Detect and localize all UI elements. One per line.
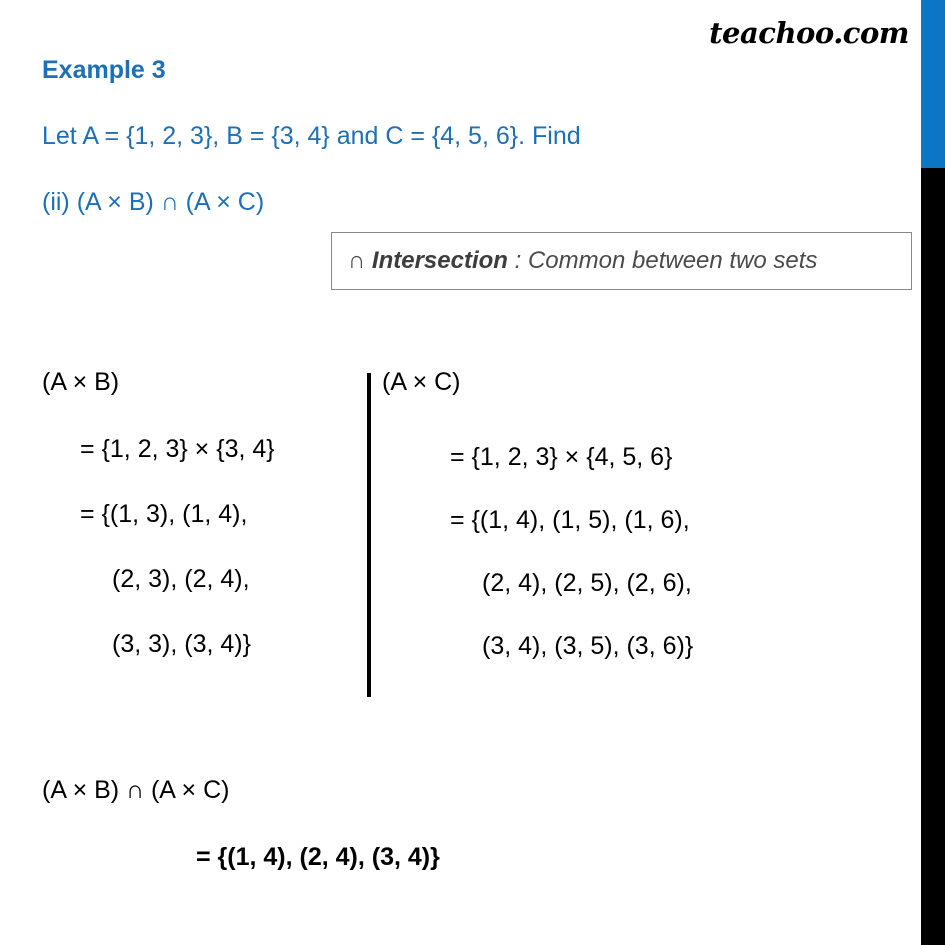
axb-step-4: (3, 3), (3, 4)} [112,630,251,658]
axb-step-2: = {(1, 3), (1, 4), [80,500,248,528]
intersection-symbol-icon: ∩ [348,247,366,274]
axc-step-3: (2, 4), (2, 5), (2, 6), [482,569,692,597]
axc-heading: (A × C) [382,368,461,396]
question-part-statement: (ii) (A × B) ∩ (A × C) [42,188,265,216]
teachoo-brand-logo: teachoo.com [709,16,909,50]
axb-step-3: (2, 3), (2, 4), [112,565,250,593]
conclusion-expression: (A × B) ∩ (A × C) [42,776,230,804]
intersection-definition-box: ∩ Intersection : Common between two sets [331,232,912,290]
column-a-cross-b: (A × B) = {1, 2, 3} × {3, 4} = {(1, 3), … [42,370,362,697]
axc-step-4: (3, 4), (3, 5), (3, 6)} [482,632,694,660]
intersection-separator: : [514,247,522,274]
axb-heading: (A × B) [42,368,120,396]
right-edge-accent-bar-black [921,168,945,945]
axc-step-2: = {(1, 4), (1, 5), (1, 6), [450,506,690,534]
right-edge-accent-bar-blue [921,0,945,168]
slide-canvas: teachoo.com Example 3 Let A = {1, 2, 3},… [0,0,945,945]
column-divider-line [367,373,371,697]
axc-step-1: = {1, 2, 3} × {4, 5, 6} [450,443,673,471]
final-answer: = {(1, 4), (2, 4), (3, 4)} [196,843,440,871]
working-area: (A × B) = {1, 2, 3} × {3, 4} = {(1, 3), … [0,370,921,705]
column-a-cross-c: (A × C) = {1, 2, 3} × {4, 5, 6} = {(1, 4… [382,370,902,697]
example-title: Example 3 [42,56,166,84]
given-sets-statement: Let A = {1, 2, 3}, B = {3, 4} and C = {4… [42,122,581,150]
intersection-definition-text: ∩ Intersection : Common between two sets [332,247,817,275]
intersection-description: Common between two sets [527,247,818,274]
intersection-term-label: Intersection [371,247,508,274]
axb-step-1: = {1, 2, 3} × {3, 4} [80,435,275,463]
